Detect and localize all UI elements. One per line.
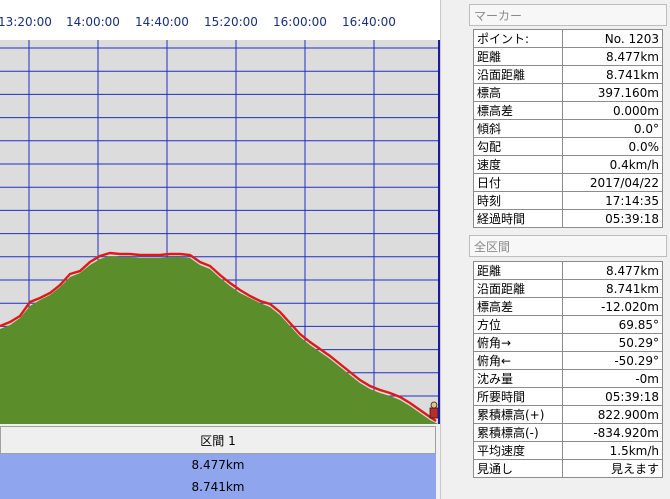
info-row: 累積標高(-) -834.920m — [473, 423, 663, 442]
info-row: 沈み量 -0m — [473, 369, 663, 388]
info-label: 日付 — [473, 173, 563, 192]
info-row: 時刻 17:14:35 — [473, 191, 663, 210]
info-value: 1.5km/h — [562, 441, 663, 460]
info-value: 8.741km — [562, 65, 663, 84]
section-header[interactable]: 区間 1 — [0, 426, 436, 454]
info-row: 経過時間 05:39:18 — [473, 209, 663, 228]
info-row: 俯角→ 50.29° — [473, 333, 663, 352]
info-label: 時刻 — [473, 191, 563, 210]
info-value: 0.000m — [562, 101, 663, 120]
time-tick: 16:40:00 — [342, 15, 396, 29]
info-value: -0m — [562, 369, 663, 388]
section-distance: 8.477km — [191, 458, 245, 472]
info-value: 822.900m — [562, 405, 663, 424]
info-value: -50.29° — [562, 351, 663, 370]
info-label: 経過時間 — [473, 209, 563, 228]
info-label: 累積標高(-) — [473, 423, 563, 442]
info-label: 方位 — [473, 315, 563, 334]
info-value: No. 1203 — [562, 29, 663, 48]
info-label: 傾斜 — [473, 119, 563, 138]
info-value: 17:14:35 — [562, 191, 663, 210]
info-label: 標高 — [473, 83, 563, 102]
time-tick: 14:00:00 — [66, 15, 120, 29]
info-value: 0.0° — [562, 119, 663, 138]
info-row: 沿面距離 8.741km — [473, 65, 663, 84]
elevation-profile-chart[interactable] — [0, 40, 440, 424]
info-row: 距離 8.477km — [473, 47, 663, 66]
info-value: 8.741km — [562, 279, 663, 298]
info-value: -834.920m — [562, 423, 663, 442]
profile-area: 13:20:00 14:00:00 14:40:00 15:20:00 16:0… — [0, 0, 440, 499]
info-row: 平均速度 1.5km/h — [473, 441, 663, 460]
time-tick: 16:00:00 — [273, 15, 327, 29]
info-row: 見通し 見えます — [473, 459, 663, 478]
marker-pin-icon[interactable] — [429, 401, 438, 419]
info-label: 沿面距離 — [473, 279, 563, 298]
info-value: -12.020m — [562, 297, 663, 316]
info-row: 速度 0.4km/h — [473, 155, 663, 174]
section-surface-distance: 8.741km — [191, 480, 245, 494]
time-axis: 13:20:00 14:00:00 14:40:00 15:20:00 16:0… — [0, 0, 440, 40]
info-label: 沈み量 — [473, 369, 563, 388]
info-label: 見通し — [473, 459, 563, 478]
info-value: 05:39:18 — [562, 209, 663, 228]
info-row: 累積標高(+) 822.900m — [473, 405, 663, 424]
info-value: 0.0% — [562, 137, 663, 156]
section-panel-title: 全区間 — [469, 235, 667, 257]
info-value: 2017/04/22 — [562, 173, 663, 192]
info-label: 勾配 — [473, 137, 563, 156]
info-label: 俯角← — [473, 351, 563, 370]
section-info-table: 距離 8.477km 沿面距離 8.741km 標高差 -12.020m 方位 69.85° 俯… — [473, 261, 663, 478]
info-label: 沿面距離 — [473, 65, 563, 84]
time-tick: 15:20:00 — [204, 15, 258, 29]
info-row: 標高差 -12.020m — [473, 297, 663, 316]
info-label: 標高差 — [473, 297, 563, 316]
info-value: 05:39:18 — [562, 387, 663, 406]
info-row: 所要時間 05:39:18 — [473, 387, 663, 406]
info-value: 50.29° — [562, 333, 663, 352]
info-label: ポイント: — [473, 29, 563, 48]
info-label: 所要時間 — [473, 387, 563, 406]
info-value: 0.4km/h — [562, 155, 663, 174]
info-value: 69.85° — [562, 315, 663, 334]
info-label: 標高差 — [473, 101, 563, 120]
section-label: 区間 1 — [200, 433, 236, 448]
info-panel: マーカー ポイント: No. 1203 距離 8.477km 沿面距離 8.741km 標高… — [467, 0, 670, 499]
info-value: 397.160m — [562, 83, 663, 102]
info-row: 沿面距離 8.741km — [473, 279, 663, 298]
time-tick: 14:40:00 — [135, 15, 189, 29]
info-row: 距離 8.477km — [473, 261, 663, 280]
info-row: 傾斜 0.0° — [473, 119, 663, 138]
info-row: 勾配 0.0% — [473, 137, 663, 156]
info-value: 見えます — [562, 459, 663, 478]
info-row: 方位 69.85° — [473, 315, 663, 334]
info-label: 距離 — [473, 261, 563, 280]
info-label: 俯角→ — [473, 333, 563, 352]
elevation-profile-svg[interactable] — [0, 40, 438, 424]
info-row: 日付 2017/04/22 — [473, 173, 663, 192]
info-label: 累積標高(+) — [473, 405, 563, 424]
info-row: 俯角← -50.29° — [473, 351, 663, 370]
info-row: ポイント: No. 1203 — [473, 29, 663, 48]
info-value: 8.477km — [562, 261, 663, 280]
time-tick: 13:20:00 — [0, 15, 52, 29]
panel-divider[interactable] — [440, 0, 467, 499]
info-value: 8.477km — [562, 47, 663, 66]
info-row: 標高 397.160m — [473, 83, 663, 102]
info-label: 平均速度 — [473, 441, 563, 460]
info-label: 距離 — [473, 47, 563, 66]
marker-panel-title: マーカー — [469, 4, 667, 26]
section-values: 8.477km 8.741km — [0, 454, 436, 499]
info-row: 標高差 0.000m — [473, 101, 663, 120]
marker-info-table: ポイント: No. 1203 距離 8.477km 沿面距離 8.741km 標高 397.1… — [473, 29, 663, 228]
info-label: 速度 — [473, 155, 563, 174]
